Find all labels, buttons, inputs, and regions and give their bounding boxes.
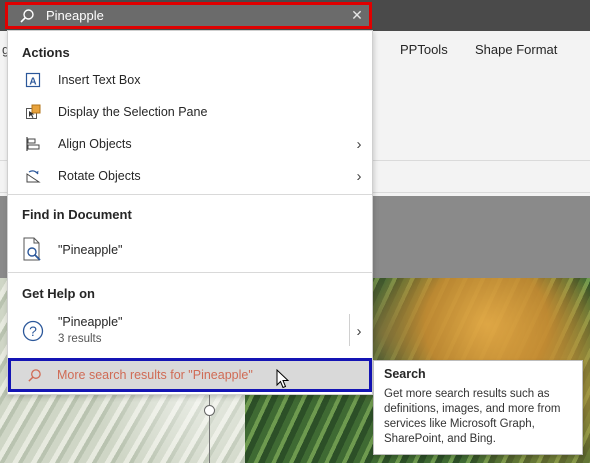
tooltip-body: Get more search results such as definiti… [384, 388, 561, 445]
text-box-icon: A [8, 72, 58, 88]
help-icon: ? [8, 320, 58, 342]
search-box[interactable]: Pineapple ✕ [5, 2, 372, 29]
svg-text:?: ? [29, 323, 37, 339]
help-result-text: "Pineapple" 3 results [58, 314, 346, 348]
action-align-objects[interactable]: Align Objects › [8, 128, 372, 160]
help-split-divider [349, 314, 350, 346]
rotate-icon [8, 168, 58, 184]
action-label: Insert Text Box [58, 73, 141, 87]
action-label: Rotate Objects [58, 169, 141, 183]
help-header: Get Help on [22, 286, 95, 301]
actions-header: Actions [22, 45, 70, 60]
selection-pane-icon [8, 104, 58, 120]
align-icon [8, 136, 58, 152]
help-result[interactable]: ? "Pineapple" 3 results › [8, 312, 372, 350]
resize-handle[interactable] [204, 405, 215, 416]
find-result-label: "Pineapple" [58, 243, 123, 257]
help-result-label: "Pineapple" [58, 315, 123, 329]
search-tooltip: Search Get more search results such as d… [373, 360, 583, 455]
action-label: Align Objects [58, 137, 132, 151]
more-search-results[interactable]: More search results for "Pineapple" [8, 358, 372, 392]
search-input[interactable]: Pineapple [46, 8, 345, 23]
search-icon [8, 8, 46, 24]
close-icon[interactable]: ✕ [345, 7, 369, 24]
action-display-selection-pane[interactable]: Display the Selection Pane [8, 96, 372, 128]
find-header: Find in Document [22, 207, 132, 222]
chevron-right-icon: › [356, 135, 362, 153]
help-result-count: 3 results [58, 333, 102, 345]
tooltip-title: Search [384, 367, 426, 381]
section-divider [8, 194, 372, 195]
tab-shape-format[interactable]: Shape Format [475, 42, 557, 57]
action-rotate-objects[interactable]: Rotate Objects › [8, 160, 372, 192]
chevron-right-icon: › [356, 167, 362, 185]
svg-text:A: A [29, 77, 36, 88]
find-result[interactable]: "Pineapple" [8, 231, 372, 269]
search-icon [11, 368, 57, 383]
action-insert-text-box[interactable]: A Insert Text Box [8, 64, 372, 96]
document-search-icon [8, 237, 58, 263]
more-search-results-label: More search results for "Pineapple" [57, 368, 253, 382]
action-label: Display the Selection Pane [58, 105, 208, 119]
section-divider [8, 272, 372, 273]
mouse-cursor-icon [276, 368, 290, 394]
tab-pptools[interactable]: PPTools [400, 42, 448, 57]
search-results-panel: Actions A Insert Text Box Display the Se… [7, 30, 373, 395]
